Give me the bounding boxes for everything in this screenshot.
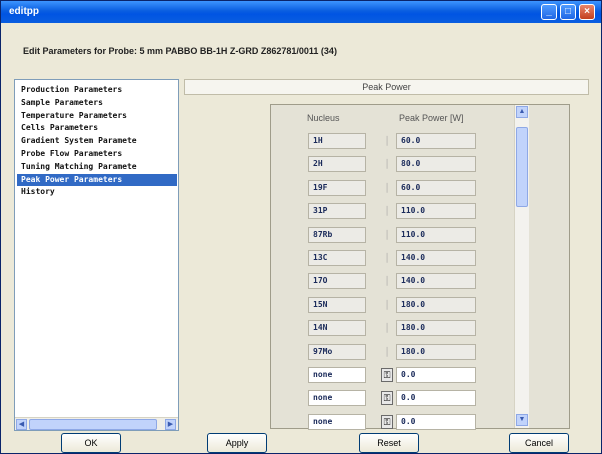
nucleus-field: 15N <box>308 296 366 313</box>
peak-power-field: 110.0 <box>396 226 476 243</box>
lock-icon[interactable]: ⏐ <box>381 134 393 148</box>
lock-icon[interactable]: ⏐ <box>381 321 393 335</box>
lock-icon[interactable]: ⏐ <box>381 228 393 242</box>
table-row: 13C ⏐ 140.0 <box>308 250 478 266</box>
sidebar-item[interactable]: History <box>17 186 177 199</box>
maximize-icon[interactable]: □ <box>560 4 576 20</box>
peak-power-field: 140.0 <box>396 250 476 266</box>
peak-power-field[interactable]: 0.0 <box>396 413 476 430</box>
parameter-category-list: Production Parameters Sample Parameters Te… <box>14 79 179 431</box>
nucleus-field: 2H <box>308 156 366 173</box>
table-row: 87Rb ⏐ 110.0 <box>308 226 478 243</box>
nucleus-field: 13C <box>308 250 366 266</box>
nucleus-column-header: Nucleus <box>307 113 340 123</box>
nucleus-field: 87Rb <box>308 226 366 243</box>
nucleus-field: 14N <box>308 320 366 337</box>
editpp-window: editpp _ □ × Edit Parameters for Probe: … <box>0 0 602 454</box>
nucleus-field: 1H <box>308 133 366 149</box>
sidebar-item[interactable]: Cells Parameters <box>17 122 177 135</box>
peak-power-panel: Peak Power Nucleus Peak Power [W] 1H ⏐ 60.… <box>184 79 589 431</box>
table-row: 31P ⏐ 110.0 <box>308 203 478 220</box>
sidebar-item[interactable]: Tuning Matching Paramete <box>17 161 177 174</box>
title-bar: editpp _ □ × <box>1 1 601 23</box>
scroll-down-icon[interactable]: ▼ <box>516 414 528 426</box>
nucleus-field: 17O <box>308 273 366 290</box>
nucleus-field[interactable]: none <box>308 367 366 383</box>
panel-title: Peak Power <box>184 79 589 95</box>
table-v-scrollbar[interactable]: ▲ ▼ <box>514 105 529 428</box>
probe-header: Edit Parameters for Probe: 5 mm PABBO BB… <box>23 46 337 56</box>
lock-icon[interactable]: ⏐ <box>381 298 393 312</box>
peak-power-field: 80.0 <box>396 156 476 173</box>
sidebar-item[interactable]: Peak Power Parameters <box>17 173 177 187</box>
peak-power-field: 140.0 <box>396 273 476 290</box>
nucleus-field: 19F <box>308 179 366 196</box>
table-row: 2H ⏐ 80.0 <box>308 156 478 173</box>
lock-icon[interactable]: ⏐ <box>381 274 393 288</box>
lock-icon[interactable]: ⏐ <box>381 204 393 218</box>
peak-power-field: 180.0 <box>396 296 476 313</box>
table-row: 19F ⏐ 60.0 <box>308 179 478 196</box>
table-row: 14N ⏐ 180.0 <box>308 320 478 337</box>
table-row: 17O ⏐ 140.0 <box>308 273 478 290</box>
table-row: 97Mo ⏐ 180.0 <box>308 343 478 360</box>
table-row: 15N ⏐ 180.0 <box>308 296 478 313</box>
peak-power-column-header: Peak Power [W] <box>399 113 464 123</box>
ok-button[interactable]: OK <box>61 433 121 453</box>
lock-icon[interactable]: ⏐ <box>381 181 393 195</box>
sidebar-items: Production Parameters Sample Parameters Te… <box>17 84 177 199</box>
scroll-up-icon[interactable]: ▲ <box>516 106 528 118</box>
scroll-left-icon[interactable]: ◀ <box>16 419 27 430</box>
peak-power-field: 60.0 <box>396 133 476 149</box>
scroll-thumb[interactable] <box>29 419 157 430</box>
peak-power-field: 60.0 <box>396 179 476 196</box>
nucleus-field: 97Mo <box>308 343 366 360</box>
lock-icon[interactable]: ⚿ <box>381 391 393 406</box>
table-row: 1H ⏐ 60.0 <box>308 133 478 149</box>
reset-button[interactable]: Reset <box>359 433 419 453</box>
lock-icon[interactable]: ⏐ <box>381 345 393 359</box>
cancel-button[interactable]: Cancel <box>509 433 569 453</box>
nucleus-field[interactable]: none <box>308 390 366 407</box>
sidebar-item[interactable]: Probe Flow Parameters <box>17 148 177 161</box>
sidebar-item[interactable]: Gradient System Paramete <box>17 135 177 148</box>
sidebar-item[interactable]: Production Parameters <box>17 84 177 97</box>
scroll-right-icon[interactable]: ▶ <box>165 419 176 430</box>
nucleus-field[interactable]: none <box>308 413 366 430</box>
peak-power-field: 180.0 <box>396 343 476 360</box>
nucleus-field: 31P <box>308 203 366 220</box>
table-row: none ⚿ 0.0 <box>308 367 478 383</box>
sidebar-item[interactable]: Sample Parameters <box>17 97 177 110</box>
peak-power-field[interactable]: 0.0 <box>396 390 476 407</box>
peak-power-table: Nucleus Peak Power [W] 1H ⏐ 60.0 2H ⏐ 80.0 19F… <box>270 104 570 430</box>
close-icon[interactable]: × <box>579 4 595 20</box>
sidebar-h-scrollbar[interactable]: ◀ ▶ <box>15 417 178 430</box>
table-row: none ⚿ 0.0 <box>308 413 478 430</box>
table-row: none ⚿ 0.0 <box>308 390 478 407</box>
minimize-icon[interactable]: _ <box>541 4 557 20</box>
lock-icon[interactable]: ⚿ <box>381 414 393 429</box>
peak-power-field: 180.0 <box>396 320 476 337</box>
lock-icon[interactable]: ⚿ <box>381 368 393 382</box>
sidebar-item[interactable]: Temperature Parameters <box>17 110 177 123</box>
window-title: editpp <box>9 6 39 17</box>
scroll-thumb[interactable] <box>516 127 528 207</box>
lock-icon[interactable]: ⏐ <box>381 251 393 265</box>
apply-button[interactable]: Apply <box>207 433 267 453</box>
lock-icon[interactable]: ⏐ <box>381 157 393 171</box>
peak-power-field: 110.0 <box>396 203 476 220</box>
peak-power-field[interactable]: 0.0 <box>396 367 476 383</box>
